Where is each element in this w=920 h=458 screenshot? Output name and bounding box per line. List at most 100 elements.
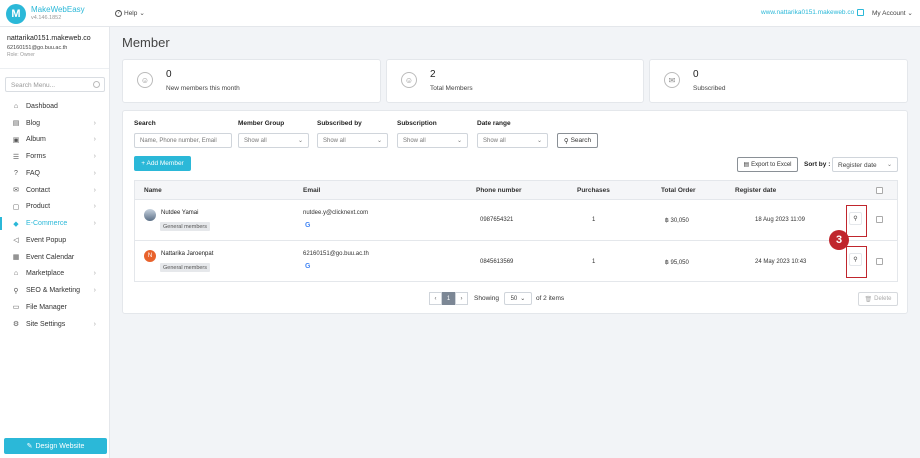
member-total-order: ฿ 30,050 (665, 218, 689, 224)
user-email: 62160151@go.buu.ac.th (7, 45, 68, 51)
app-name: MakeWebEasy (31, 5, 85, 14)
member-group-label: Member Group (238, 120, 285, 127)
next-page-button[interactable]: › (455, 292, 468, 305)
chevron-down-icon: ⌄ (886, 162, 892, 168)
table-header: Name Email Phone number Purchases Total … (135, 181, 897, 200)
search-button[interactable]: ⚲ Search (557, 133, 598, 148)
chevron-down-icon: ⌄ (297, 138, 303, 144)
sort-by-label: Sort by : (804, 161, 831, 168)
user-site: nattarika0151.makeweb.co (7, 35, 91, 42)
store-icon: ⌂ (13, 270, 19, 278)
delete-button[interactable]: 🗑 Delete (858, 292, 898, 306)
chevron-right-icon: › (93, 186, 96, 194)
sidebar-item-event-calendar[interactable]: ▦ Event Calendar (0, 249, 110, 266)
date-range-select[interactable]: Show all ⌄ (477, 133, 548, 148)
chevron-right-icon: › (93, 203, 96, 211)
help-menu[interactable]: ? Help ⌄ (115, 9, 145, 17)
sort-by-select[interactable]: Register date ⌄ (832, 157, 898, 172)
header-phone: Phone number (476, 187, 522, 194)
product-icon: ▢ (12, 203, 20, 211)
page-size-select[interactable]: 50 ⌄ (503, 292, 532, 305)
page-number-button[interactable]: 1 (442, 292, 455, 305)
sidebar-item-blog[interactable]: ▤ Blog › (0, 115, 110, 132)
sidebar-item-product[interactable]: ▢ Product › (0, 199, 110, 216)
member-register-date: 24 May 2023 10:43 (755, 259, 807, 265)
member-name[interactable]: Nattarika Jaroenpat (161, 251, 213, 257)
row-checkbox[interactable] (876, 216, 883, 223)
export-icon: ▤ (743, 162, 750, 168)
chevron-right-icon: › (93, 119, 96, 127)
sidebar-item-album[interactable]: ▣ Album › (0, 132, 110, 149)
header-name: Name (144, 187, 162, 194)
help-label: Help (124, 9, 138, 17)
google-icon: G (305, 222, 311, 229)
subscribed-by-select[interactable]: Show all ⌄ (317, 133, 388, 148)
sidebar-item-site-settings[interactable]: ⚙ Site Settings › (0, 316, 110, 333)
avatar: N (144, 250, 156, 262)
site-url-link[interactable]: www.nattarika0151.makeweb.co (761, 9, 865, 16)
sidebar-item-seo-marketing[interactable]: ⚲ SEO & Marketing › (0, 282, 110, 299)
sidebar-item-marketplace[interactable]: ⌂ Marketplace › (0, 266, 110, 283)
google-icon: G (305, 263, 311, 270)
highlight-box (846, 246, 867, 278)
stat-subscribed: ✉ 0 Subscribed (649, 59, 908, 103)
member-register-date: 18 Aug 2023 11:09 (755, 217, 805, 223)
member-group-badge: General members (160, 222, 211, 231)
sidebar-item-file-manager[interactable]: ▭ File Manager (0, 299, 110, 316)
gear-icon: ⚙ (12, 321, 20, 329)
chevron-right-icon: › (93, 287, 96, 295)
header-total-order: Total Order (661, 187, 696, 194)
design-website-button[interactable]: ✎ Design Website (4, 438, 107, 454)
forms-icon: ☰ (12, 153, 20, 161)
chevron-right-icon: › (93, 153, 96, 161)
search-menu-input[interactable]: Search Menu... (5, 77, 105, 92)
subscription-label: Subscription (397, 120, 437, 127)
chevron-down-icon: ⌄ (536, 138, 542, 144)
chevron-down-icon: ⌄ (520, 296, 526, 302)
member-table: Name Email Phone number Purchases Total … (134, 180, 898, 282)
search-icon (93, 81, 100, 88)
sidebar-item-contact[interactable]: ✉ Contact › (0, 182, 110, 199)
sidebar-item-ecommerce[interactable]: ◆ E-Commerce › (0, 215, 110, 232)
faq-icon: ? (14, 169, 18, 177)
sidebar-item-event-popup[interactable]: ◁ Event Popup (0, 232, 110, 249)
pagination: ‹ 1 › Showing 50 ⌄ of 2 items (429, 291, 564, 306)
export-excel-button[interactable]: ▤ Export to Excel (737, 157, 798, 172)
user-role: Role: Owner (7, 52, 35, 58)
add-member-button[interactable]: + Add Member (134, 156, 191, 171)
chevron-right-icon: › (93, 220, 96, 228)
tag-icon: ◆ (13, 220, 19, 228)
row-checkbox[interactable] (876, 258, 883, 265)
step-badge: 3 (829, 230, 849, 250)
user-icon: ☺ (137, 72, 153, 88)
date-range-label: Date range (477, 120, 511, 127)
member-panel: Search Name, Phone number, Email Member … (122, 110, 908, 314)
logo-mark: M (6, 4, 26, 24)
select-all-checkbox[interactable] (876, 187, 883, 194)
stat-total-members: ☺ 2 Total Members (386, 59, 644, 103)
member-total-order: ฿ 95,050 (665, 260, 689, 266)
top-bar: M MakeWebEasy v4.146.1852 ? Help ⌄ www.n… (0, 0, 920, 27)
my-account-menu[interactable]: My Account ⌄ (872, 9, 913, 17)
blog-icon: ▤ (12, 120, 20, 128)
app-version: v4.146.1852 (31, 15, 62, 21)
member-group-select[interactable]: Show all ⌄ (238, 133, 309, 148)
sidebar-item-faq[interactable]: ? FAQ › (0, 165, 110, 182)
avatar (144, 209, 156, 221)
chevron-down-icon: ⌄ (907, 10, 913, 17)
sidebar-item-dashboard[interactable]: ⌂ Dashboad (0, 98, 110, 115)
member-name[interactable]: Nutdee Yamai (161, 210, 198, 216)
mail-icon: ✉ (13, 187, 19, 195)
search-icon: ⚲ (13, 287, 19, 295)
help-icon: ? (115, 9, 122, 17)
app-logo[interactable]: M MakeWebEasy v4.146.1852 (6, 4, 85, 24)
member-search-input[interactable]: Name, Phone number, Email (134, 133, 232, 148)
chevron-right-icon: › (93, 270, 96, 278)
subscription-select[interactable]: Show all ⌄ (397, 133, 468, 148)
prev-page-button[interactable]: ‹ (429, 292, 442, 305)
subscribed-by-label: Subscribed by (317, 120, 362, 127)
table-row: Nutdee Yamai General members nutdee.y@cl… (135, 200, 897, 241)
member-group-badge: General members (160, 263, 211, 272)
header-purchases: Purchases (577, 187, 610, 194)
sidebar-item-forms[interactable]: ☰ Forms › (0, 148, 110, 165)
